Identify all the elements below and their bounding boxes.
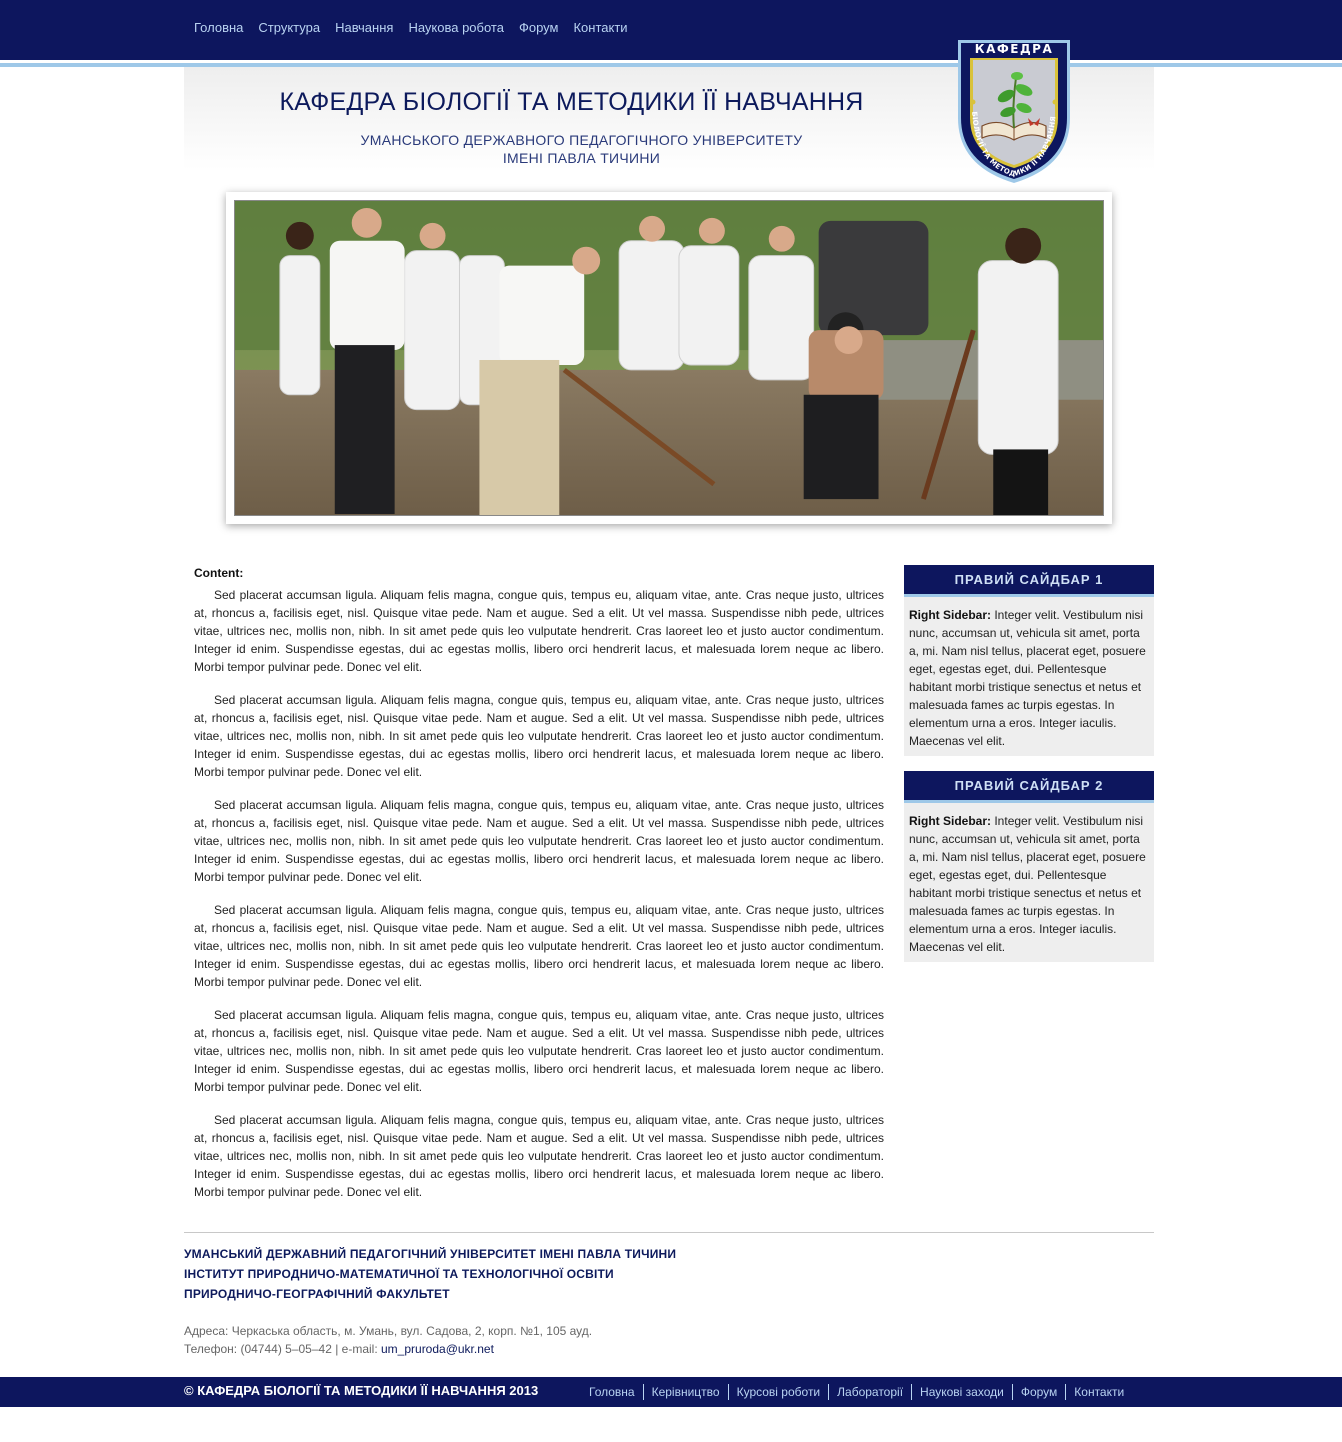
- sidebar-widget-title: ПРАВИЙ САЙДБАР 2: [904, 771, 1154, 803]
- footer-link-laboratories[interactable]: Лабораторії: [828, 1384, 911, 1400]
- footer-divider: [184, 1232, 1154, 1233]
- sidebar-widget-1: ПРАВИЙ САЙДБАР 1 Right Sidebar: Integer …: [904, 565, 1154, 756]
- footer-address: Адреса: Черкаська область, м. Умань, вул…: [184, 1324, 593, 1338]
- sidebar-widget-body: Right Sidebar: Integer velit. Vestibulum…: [904, 803, 1154, 962]
- footer-link-coursework[interactable]: Курсові роботи: [727, 1384, 829, 1400]
- right-sidebar: ПРАВИЙ САЙДБАР 1 Right Sidebar: Integer …: [904, 565, 1154, 977]
- content-paragraph: Sed placerat accumsan ligula. Aliquam fe…: [194, 798, 884, 884]
- sidebar-widget-title: ПРАВИЙ САЙДБАР 1: [904, 565, 1154, 597]
- nav-link-education[interactable]: Навчання: [335, 20, 393, 36]
- banner-frame: [226, 192, 1112, 524]
- nav-link-home[interactable]: Головна: [194, 20, 243, 36]
- main-nav: Головна Структура Навчання Наукова робот…: [194, 20, 643, 36]
- copyright-text: © КАФЕДРА БІОЛОГІЇ ТА МЕТОДИКИ ЇЇ НАВЧАН…: [184, 1383, 539, 1398]
- nav-link-research[interactable]: Наукова робота: [408, 20, 504, 36]
- sidebar-widget-text: Integer velit. Vestibulum nisi nunc, acc…: [909, 814, 1146, 954]
- footer-email-link[interactable]: um_pruroda@ukr.net: [381, 1342, 494, 1356]
- sidebar-widget-2: ПРАВИЙ САЙДБАР 2 Right Sidebar: Integer …: [904, 771, 1154, 962]
- footer-org-line-institute: ІНСТИТУТ ПРИРОДНИЧО-МАТЕМАТИЧНОЇ ТА ТЕХН…: [184, 1267, 614, 1281]
- nav-link-structure[interactable]: Структура: [258, 20, 320, 36]
- nav-link-forum[interactable]: Форум: [519, 20, 559, 36]
- footer-link-contacts[interactable]: Контакти: [1065, 1384, 1132, 1400]
- subtitle-line-2: ІМЕНІ ПАВЛА ТИЧИНИ: [502, 150, 661, 166]
- footer-contact: Адреса: Черкаська область, м. Умань, вул…: [184, 1322, 592, 1358]
- footer-organization: УМАНСЬКИЙ ДЕРЖАВНИЙ ПЕДАГОГІЧНИЙ УНІВЕРС…: [184, 1244, 676, 1304]
- footer-org-line-university: УМАНСЬКИЙ ДЕРЖАВНИЙ ПЕДАГОГІЧНИЙ УНІВЕРС…: [184, 1247, 677, 1261]
- site-subtitle: УМАНСЬКОГО ДЕРЖАВНОГО ПЕДАГОГІЧНОГО УНІВ…: [184, 131, 979, 167]
- content-paragraph: Sed placerat accumsan ligula. Aliquam fe…: [194, 1113, 884, 1199]
- content-label: Content:: [194, 566, 244, 580]
- sidebar-widget-body: Right Sidebar: Integer velit. Vestibulum…: [904, 597, 1154, 756]
- nav-link-contacts[interactable]: Контакти: [573, 20, 627, 36]
- main-content: Content: Sed placerat accumsan ligula. A…: [194, 565, 884, 1216]
- content-paragraph: Sed placerat accumsan ligula. Aliquam fe…: [194, 588, 884, 674]
- footer-link-forum[interactable]: Форум: [1011, 1384, 1065, 1400]
- footer-phone: Телефон: (04744) 5–05–42 | e-mail:: [184, 1342, 381, 1356]
- emblem-top-label: КАФЕДРА: [975, 42, 1053, 56]
- footer-phone-line: Телефон: (04744) 5–05–42 | e-mail: um_pr…: [184, 1340, 592, 1358]
- footer-link-leadership[interactable]: Керівництво: [642, 1384, 728, 1400]
- footer-org-line-faculty: ПРИРОДНИЧО-ГЕОГРАФІЧНИЙ ФАКУЛЬТЕТ: [184, 1287, 450, 1301]
- site-title: КАФЕДРА БІОЛОГІЇ ТА МЕТОДИКИ ЇЇ НАВЧАННЯ: [279, 88, 864, 116]
- content-paragraph: Sed placerat accumsan ligula. Aliquam fe…: [194, 903, 884, 989]
- sidebar-widget-label: Right Sidebar:: [909, 814, 992, 828]
- content-paragraph: Sed placerat accumsan ligula. Aliquam fe…: [194, 1008, 884, 1094]
- sidebar-widget-text: Integer velit. Vestibulum nisi nunc, acc…: [909, 608, 1146, 748]
- footer-nav: Головна Керівництво Курсові роботи Лабор…: [581, 1384, 1132, 1400]
- department-emblem-logo[interactable]: КАФЕДРА БІОЛОГІЇ ТА МЕТОДИКИ ЇЇ НАВЧАННЯ: [956, 38, 1072, 184]
- content-paragraph: Sed placerat accumsan ligula. Aliquam fe…: [194, 693, 884, 779]
- footer-link-events[interactable]: Наукові заходи: [911, 1384, 1012, 1400]
- banner-photo-students-field: [234, 200, 1104, 516]
- sidebar-widget-label: Right Sidebar:: [909, 608, 992, 622]
- footer-link-home[interactable]: Головна: [581, 1384, 643, 1400]
- subtitle-line-1: УМАНСЬКОГО ДЕРЖАВНОГО ПЕДАГОГІЧНОГО УНІВ…: [360, 132, 803, 148]
